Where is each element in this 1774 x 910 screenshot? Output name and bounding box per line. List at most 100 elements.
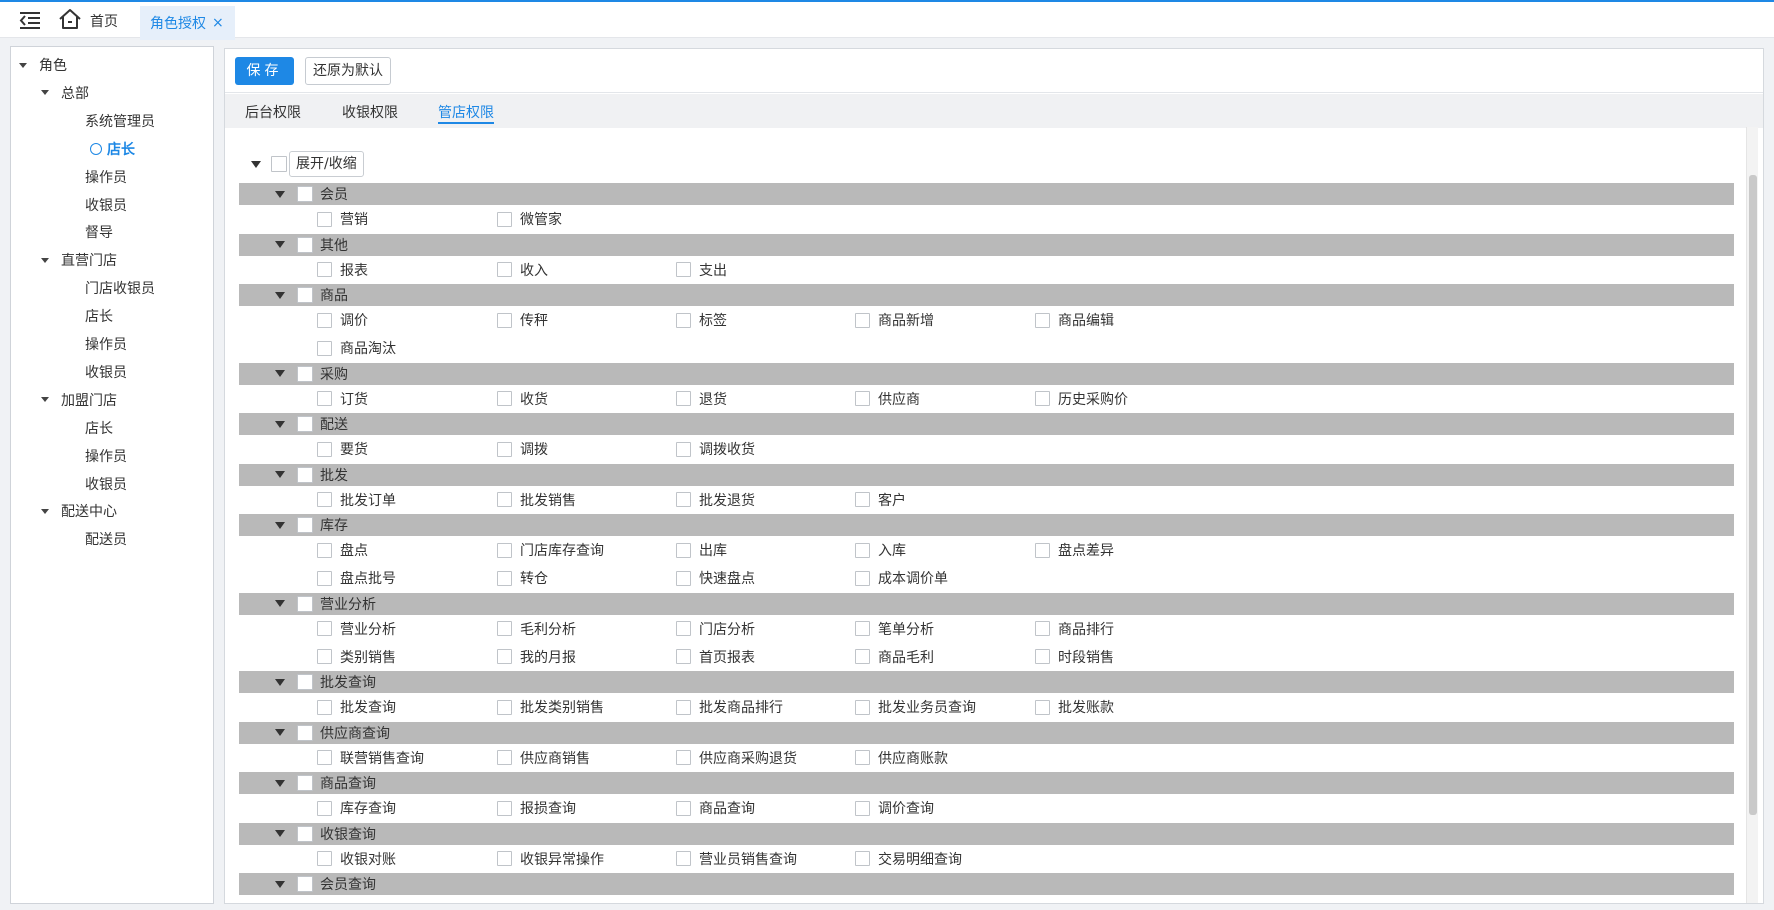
permission-checkbox[interactable]: [317, 699, 332, 715]
permission-item[interactable]: 批发查询: [317, 696, 396, 718]
caret-down-icon[interactable]: [41, 397, 49, 403]
permission-checkbox[interactable]: [317, 262, 332, 277]
vertical-scrollbar[interactable]: [1746, 127, 1758, 903]
permission-item[interactable]: 收入: [497, 259, 548, 281]
permission-checkbox[interactable]: [855, 542, 870, 558]
permission-item[interactable]: 商品淘汰: [317, 337, 396, 359]
permission-checkbox[interactable]: [497, 211, 512, 227]
group-checkbox[interactable]: [297, 775, 313, 791]
permission-item[interactable]: 时段销售: [1035, 646, 1114, 668]
tree-item-3[interactable]: 店长: [90, 139, 135, 161]
permission-item[interactable]: 调价: [317, 309, 368, 331]
select-all-checkbox[interactable]: [271, 156, 287, 172]
permission-item[interactable]: 盘点: [317, 539, 368, 561]
permission-item[interactable]: 客户: [855, 489, 906, 511]
permission-item[interactable]: 门店分析: [676, 618, 755, 640]
tree-group-1[interactable]: 总部: [41, 83, 89, 105]
caret-down-icon[interactable]: [275, 471, 285, 478]
permission-item[interactable]: 要货: [317, 438, 368, 460]
permission-checkbox[interactable]: [676, 621, 691, 636]
permission-checkbox[interactable]: [676, 542, 691, 558]
permission-checkbox[interactable]: [497, 699, 512, 715]
tree-item-17[interactable]: 配送员: [85, 529, 127, 551]
permission-item[interactable]: 报损查询: [497, 797, 576, 819]
permission-checkbox[interactable]: [317, 750, 332, 765]
group-checkbox[interactable]: [297, 876, 313, 892]
permission-checkbox[interactable]: [317, 441, 332, 457]
permission-item[interactable]: 批发退货: [676, 489, 755, 511]
permission-item[interactable]: 快速盘点: [676, 567, 755, 589]
permission-checkbox[interactable]: [676, 570, 691, 586]
home-tab[interactable]: 首页: [58, 8, 118, 34]
permission-item[interactable]: 笔单分析: [855, 618, 934, 640]
permission-checkbox[interactable]: [855, 312, 870, 328]
tree-item-15[interactable]: 收银员: [85, 474, 127, 496]
permission-checkbox[interactable]: [855, 391, 870, 406]
permission-checkbox[interactable]: [676, 800, 691, 816]
permission-item[interactable]: 毛利分析: [497, 618, 576, 640]
permission-item[interactable]: 供应商采购退货: [676, 747, 797, 769]
permission-item[interactable]: 入库: [855, 539, 906, 561]
permission-item[interactable]: 交易明细查询: [855, 848, 962, 870]
permission-item[interactable]: 我的月报: [497, 646, 576, 668]
permission-item[interactable]: 门店库存查询: [497, 539, 604, 561]
permission-item[interactable]: 调拨: [497, 438, 548, 460]
group-checkbox[interactable]: [297, 724, 313, 741]
caret-down-icon[interactable]: [251, 160, 261, 168]
tree-item-11[interactable]: 收银员: [85, 362, 127, 384]
permission-item[interactable]: 微管家: [497, 208, 562, 230]
permission-checkbox[interactable]: [676, 441, 691, 457]
caret-down-icon[interactable]: [41, 90, 49, 96]
permission-item[interactable]: 批发订单: [317, 489, 396, 511]
caret-down-icon[interactable]: [275, 600, 285, 607]
permission-checkbox[interactable]: [497, 312, 512, 328]
group-checkbox[interactable]: [297, 416, 313, 432]
permission-checkbox[interactable]: [676, 750, 691, 765]
tree-item-2[interactable]: 系统管理员: [85, 111, 155, 133]
permission-checkbox[interactable]: [1035, 621, 1050, 636]
permission-item[interactable]: 商品查询: [676, 797, 755, 819]
permission-checkbox[interactable]: [1035, 542, 1050, 558]
caret-down-icon[interactable]: [275, 880, 285, 888]
group-checkbox[interactable]: [297, 186, 313, 202]
tree-group-16[interactable]: 配送中心: [41, 501, 117, 523]
permission-checkbox[interactable]: [1035, 649, 1050, 664]
permission-checkbox[interactable]: [676, 649, 691, 664]
permission-item[interactable]: 批发商品排行: [676, 696, 783, 718]
caret-down-icon[interactable]: [275, 291, 285, 299]
permission-item[interactable]: 商品毛利: [855, 646, 934, 668]
permission-checkbox[interactable]: [497, 391, 512, 406]
permission-item[interactable]: 批发业务员查询: [855, 696, 976, 718]
tree-item-9[interactable]: 店长: [85, 306, 113, 328]
tree-group-7[interactable]: 直营门店: [41, 250, 117, 272]
permission-checkbox[interactable]: [497, 621, 512, 636]
permission-item[interactable]: 盘点差异: [1035, 539, 1114, 561]
permission-checkbox[interactable]: [317, 391, 332, 406]
permission-checkbox[interactable]: [317, 570, 332, 586]
group-checkbox[interactable]: [297, 365, 313, 382]
permission-checkbox[interactable]: [676, 312, 691, 328]
permission-checkbox[interactable]: [317, 340, 332, 356]
permission-item[interactable]: 首页报表: [676, 646, 755, 668]
tree-item-14[interactable]: 操作员: [85, 446, 127, 468]
permission-item[interactable]: 调拨收货: [676, 438, 755, 460]
permission-item[interactable]: 营业员销售查询: [676, 848, 797, 870]
permission-checkbox[interactable]: [497, 750, 512, 765]
tree-item-13[interactable]: 店长: [85, 418, 113, 440]
permission-item[interactable]: 类别销售: [317, 646, 396, 668]
caret-down-icon[interactable]: [275, 678, 285, 686]
caret-down-icon[interactable]: [275, 370, 285, 377]
group-checkbox[interactable]: [297, 674, 313, 690]
permission-item[interactable]: 收银异常操作: [497, 848, 604, 870]
tree-group-12[interactable]: 加盟门店: [41, 390, 117, 412]
permission-item[interactable]: 营销: [317, 208, 368, 230]
permission-checkbox[interactable]: [855, 621, 870, 636]
permission-item[interactable]: 历史采购价: [1035, 388, 1128, 410]
permission-checkbox[interactable]: [317, 800, 332, 816]
tree-item-10[interactable]: 操作员: [85, 334, 127, 356]
permission-item[interactable]: 报表: [317, 259, 368, 281]
permission-checkbox[interactable]: [855, 492, 870, 507]
permission-item[interactable]: 批发类别销售: [497, 696, 604, 718]
permission-item[interactable]: 出库: [676, 539, 727, 561]
group-checkbox[interactable]: [297, 595, 313, 612]
